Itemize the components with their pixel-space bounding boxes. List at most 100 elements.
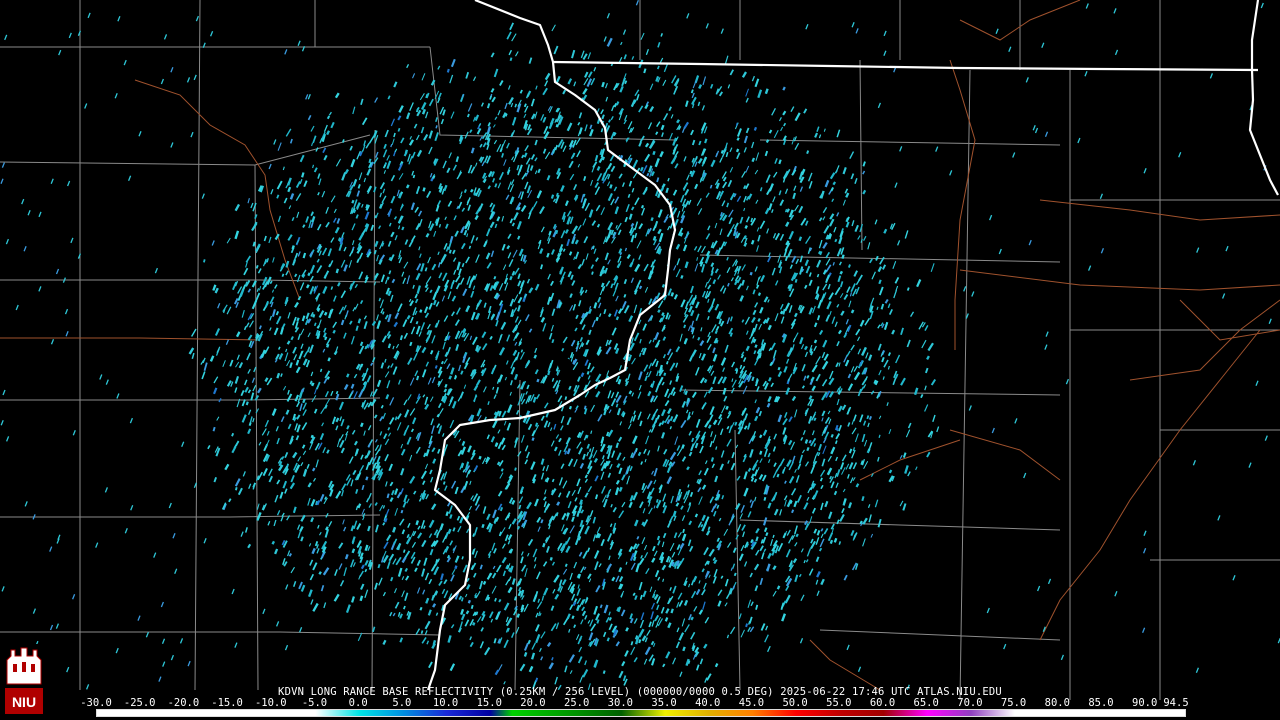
echo-streak xyxy=(333,208,337,213)
echo-streak xyxy=(258,286,262,291)
echo-streak xyxy=(676,601,680,608)
echo-streak xyxy=(405,184,410,189)
echo-streak xyxy=(437,426,442,435)
echo-streak xyxy=(293,354,298,361)
echo-streak xyxy=(405,575,410,581)
echo-streak xyxy=(712,353,718,362)
echo-streak xyxy=(1036,585,1041,592)
echo-streak xyxy=(510,102,514,108)
echo-streak xyxy=(932,414,936,423)
echo-streak xyxy=(705,233,711,240)
echo-streak xyxy=(541,595,545,601)
echo-streak xyxy=(310,125,315,132)
echo-streak xyxy=(736,475,741,481)
echo-streak xyxy=(397,115,402,121)
echo-streak xyxy=(355,214,359,219)
echo-streak xyxy=(536,378,540,383)
echo-streak xyxy=(421,346,427,354)
echo-streak xyxy=(366,185,373,193)
echo-streak xyxy=(847,373,852,379)
echo-streak xyxy=(359,299,364,305)
echo-streak xyxy=(845,318,849,325)
echo-streak xyxy=(839,281,844,288)
echo-streak xyxy=(731,452,735,459)
echo-streak xyxy=(318,178,322,186)
echo-streak xyxy=(843,293,849,301)
echo-streak xyxy=(641,204,644,209)
echo-streak xyxy=(316,265,323,274)
echo-streak xyxy=(349,145,353,151)
echo-streak xyxy=(353,373,358,379)
echo-streak xyxy=(443,358,448,365)
echo-streak xyxy=(512,349,518,357)
echo-streak xyxy=(241,309,245,318)
echo-streak xyxy=(491,585,497,594)
echo-streak xyxy=(325,398,331,406)
echo-streak xyxy=(821,378,828,387)
echo-streak xyxy=(717,589,723,597)
echo-streak xyxy=(711,324,717,333)
echo-streak xyxy=(231,588,235,595)
echo-streak xyxy=(800,436,804,441)
echo-streak xyxy=(283,197,288,204)
echo-streak xyxy=(400,443,404,449)
echo-streak xyxy=(582,53,588,61)
echo-streak xyxy=(379,431,383,436)
echo-streak xyxy=(591,220,597,226)
echo-streak xyxy=(71,594,76,600)
echo-streak xyxy=(862,538,866,547)
echo-streak xyxy=(711,298,716,307)
echo-streak xyxy=(771,107,776,116)
echo-streak xyxy=(554,676,558,685)
echo-streak xyxy=(532,396,537,403)
echo-streak xyxy=(829,213,835,220)
echo-streak xyxy=(772,196,776,203)
echo-streak xyxy=(627,373,631,381)
echo-streak xyxy=(843,574,848,581)
echo-streak xyxy=(727,84,731,89)
echo-streak xyxy=(583,175,587,181)
echo-streak xyxy=(841,454,847,462)
echo-streak xyxy=(745,285,749,291)
echo-streak xyxy=(783,249,788,257)
echo-streak xyxy=(256,288,260,292)
echo-streak xyxy=(285,128,292,137)
echo-streak xyxy=(577,573,582,579)
echo-streak xyxy=(449,396,454,403)
echo-streak xyxy=(305,94,309,100)
echo-streak xyxy=(343,246,347,252)
echo-streak xyxy=(324,390,329,398)
echo-streak xyxy=(633,304,638,314)
echo-streak xyxy=(784,412,788,418)
echo-streak xyxy=(600,282,605,288)
echo-streak xyxy=(367,525,371,532)
echo-streak xyxy=(449,540,454,546)
echo-streak xyxy=(276,437,280,445)
echo-streak xyxy=(472,116,476,122)
echo-streak xyxy=(684,624,690,633)
echo-streak xyxy=(963,286,967,292)
echo-streak xyxy=(561,578,567,586)
echo-streak xyxy=(393,132,396,138)
echo-streak xyxy=(49,624,54,631)
echo-streak xyxy=(886,402,889,406)
echo-streak xyxy=(552,198,556,203)
echo-streak xyxy=(633,618,638,624)
echo-streak xyxy=(418,497,422,502)
echo-streak xyxy=(470,147,475,154)
echo-streak xyxy=(734,421,738,426)
echo-streak xyxy=(758,410,763,417)
echo-streak xyxy=(358,464,365,473)
echo-streak xyxy=(669,416,674,422)
echo-streak xyxy=(582,198,587,206)
echo-streak xyxy=(271,309,276,317)
echo-streak xyxy=(671,207,678,216)
echo-streak xyxy=(487,185,491,190)
echo-streak xyxy=(829,310,832,316)
echo-streak xyxy=(579,336,583,343)
echo-streak xyxy=(226,306,232,315)
echo-streak xyxy=(520,551,524,556)
echo-streak xyxy=(665,651,671,659)
echo-streak xyxy=(853,270,858,277)
echo-streak xyxy=(653,479,657,485)
